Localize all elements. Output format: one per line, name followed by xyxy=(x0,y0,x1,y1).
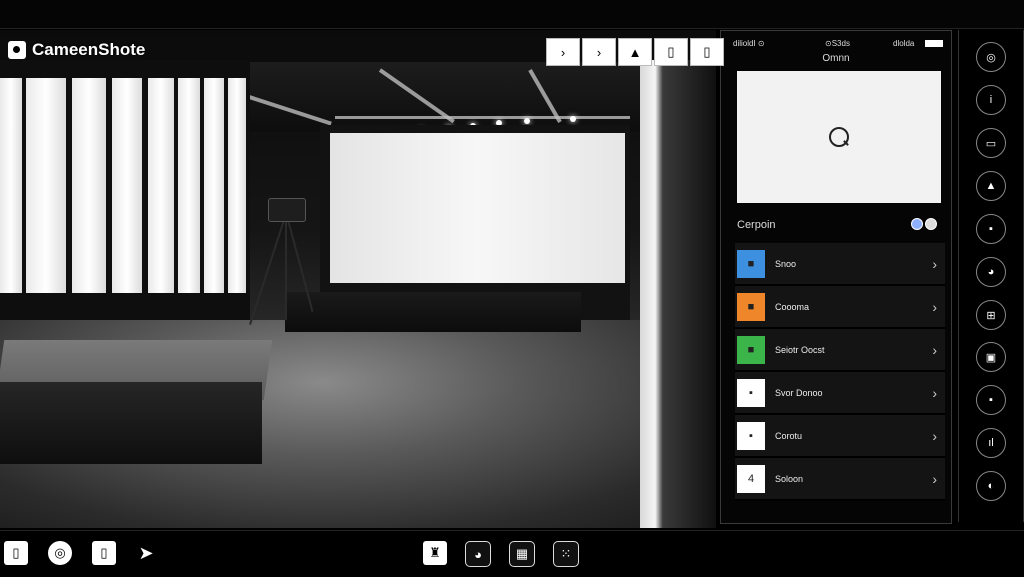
light-panel xyxy=(228,78,246,293)
light-panel xyxy=(112,78,142,293)
list-item[interactable]: ■ Seiotr Oocst › xyxy=(735,329,945,372)
list-item[interactable]: ▪ Corotu › xyxy=(735,415,945,458)
light-panel xyxy=(0,78,22,293)
item-thumbnail: ▪ xyxy=(737,378,765,407)
tripod-leg xyxy=(249,219,285,325)
category-list: ■ Snoo › ■ Coooma › ■ Seiotr Oocst › ▪ S… xyxy=(735,243,945,501)
grid-icon[interactable]: ⊞ xyxy=(976,300,1006,330)
list-item[interactable]: ■ Snoo › xyxy=(735,243,945,286)
frame-icon-button[interactable]: ▯ xyxy=(690,38,724,66)
document-icon[interactable]: ▪ xyxy=(976,214,1006,244)
side-rail: ◎ i ▭ ▲ ▪ ◕ ⊞ ▣ ▪ ıl ◐ xyxy=(958,30,1024,522)
lock-icon[interactable]: ▪ xyxy=(976,385,1006,415)
face-icon[interactable]: ◕ xyxy=(976,257,1006,287)
settings-icon[interactable] xyxy=(925,218,937,230)
chevron-right-icon: › xyxy=(932,427,937,444)
dice-icon[interactable]: ⁙ xyxy=(553,541,579,567)
item-label: Svor Donoo xyxy=(775,387,823,398)
device-panel: dilioldI ⊙ ⊙S3ds dlolda Omnn Cerpoin ■ S… xyxy=(720,30,952,524)
item-label: Soloon xyxy=(775,473,804,484)
spot-light xyxy=(524,118,530,124)
item-label: Seiotr Oocst xyxy=(775,344,825,355)
frame-icon-button[interactable]: ▯ xyxy=(654,38,688,66)
chevron-right-icon: › xyxy=(932,255,937,272)
chevron-right-icon: › xyxy=(932,341,937,358)
category-label: Cerpoin xyxy=(737,219,776,231)
item-thumbnail: ■ xyxy=(737,292,765,321)
chevron-right-icon: › xyxy=(932,470,937,487)
camera-icon[interactable]: ▣ xyxy=(976,342,1006,372)
triangle-icon-button[interactable]: ▲ xyxy=(618,38,652,66)
spot-light xyxy=(570,116,576,122)
light-panel xyxy=(178,78,200,293)
send-icon[interactable]: ➤ xyxy=(134,541,158,565)
light-panel xyxy=(26,78,66,293)
stage-platform xyxy=(285,292,581,332)
item-label: Corotu xyxy=(775,430,803,441)
item-thumbnail: ■ xyxy=(737,249,765,278)
item-thumbnail: ▪ xyxy=(737,421,765,450)
light-rail xyxy=(335,116,630,119)
app-header: CameenShote xyxy=(8,40,145,60)
user-icon[interactable]: ▲ xyxy=(976,171,1006,201)
panel-title: Omnn xyxy=(822,53,850,64)
info-icon[interactable]: i xyxy=(976,85,1006,115)
search-icon[interactable] xyxy=(829,127,849,147)
item-thumbnail: ■ xyxy=(737,335,765,364)
chevron-right-icon: › xyxy=(932,384,937,401)
file-icon[interactable]: ▯ xyxy=(92,541,116,565)
monitor-icon[interactable]: ▭ xyxy=(976,128,1006,158)
light-panel xyxy=(148,78,174,293)
light-panel xyxy=(204,78,224,293)
app-title: CameenShote xyxy=(32,40,146,59)
status-right: dlolda xyxy=(893,39,915,48)
concrete-block-side xyxy=(0,382,262,464)
globe-icon[interactable] xyxy=(911,218,923,230)
chevron-icon-button[interactable]: › xyxy=(582,38,616,66)
phone-icon[interactable]: ▯ xyxy=(4,541,28,565)
list-item[interactable]: ▪ Svor Donoo › xyxy=(735,372,945,415)
right-wall xyxy=(640,60,716,528)
chevron-right-icon: › xyxy=(932,298,937,315)
status-time: ⊙S3ds xyxy=(825,39,850,48)
tripod-leg xyxy=(285,220,287,320)
top-bar xyxy=(0,0,1024,29)
category-icons xyxy=(911,218,937,230)
chevron-icon-button[interactable]: › xyxy=(546,38,580,66)
chart-icon[interactable]: ıl xyxy=(976,428,1006,458)
bottom-bar: ▯ ◎ ▯ ➤ ♜ ◕ ▦ ⁙ xyxy=(0,530,1024,577)
list-item[interactable]: ■ Coooma › xyxy=(735,286,945,329)
item-label: Snoo xyxy=(775,258,797,269)
camera-on-tripod[interactable] xyxy=(268,198,306,222)
view-toolbar: › › ▲ ▯ ▯ xyxy=(546,38,726,66)
pin-icon[interactable]: ◐ xyxy=(976,471,1006,501)
refresh-icon[interactable]: ◎ xyxy=(48,541,72,565)
item-thumbnail: 4 xyxy=(737,464,765,493)
item-label: Coooma xyxy=(775,301,810,312)
camera-logo-icon xyxy=(8,41,26,59)
spiral-icon[interactable]: ◎ xyxy=(976,42,1006,72)
studio-viewport[interactable] xyxy=(0,30,716,528)
light-panel xyxy=(72,78,106,293)
list-item[interactable]: 4 Soloon › xyxy=(735,458,945,501)
battery-icon xyxy=(925,40,943,47)
grid-icon[interactable]: ▦ xyxy=(509,541,535,567)
figure-icon[interactable]: ♜ xyxy=(423,541,447,565)
preview-area[interactable] xyxy=(737,71,941,203)
projection-screen xyxy=(330,133,625,283)
gamepad-icon[interactable]: ◕ xyxy=(465,541,491,567)
status-left: dilioldI ⊙ xyxy=(733,39,765,48)
